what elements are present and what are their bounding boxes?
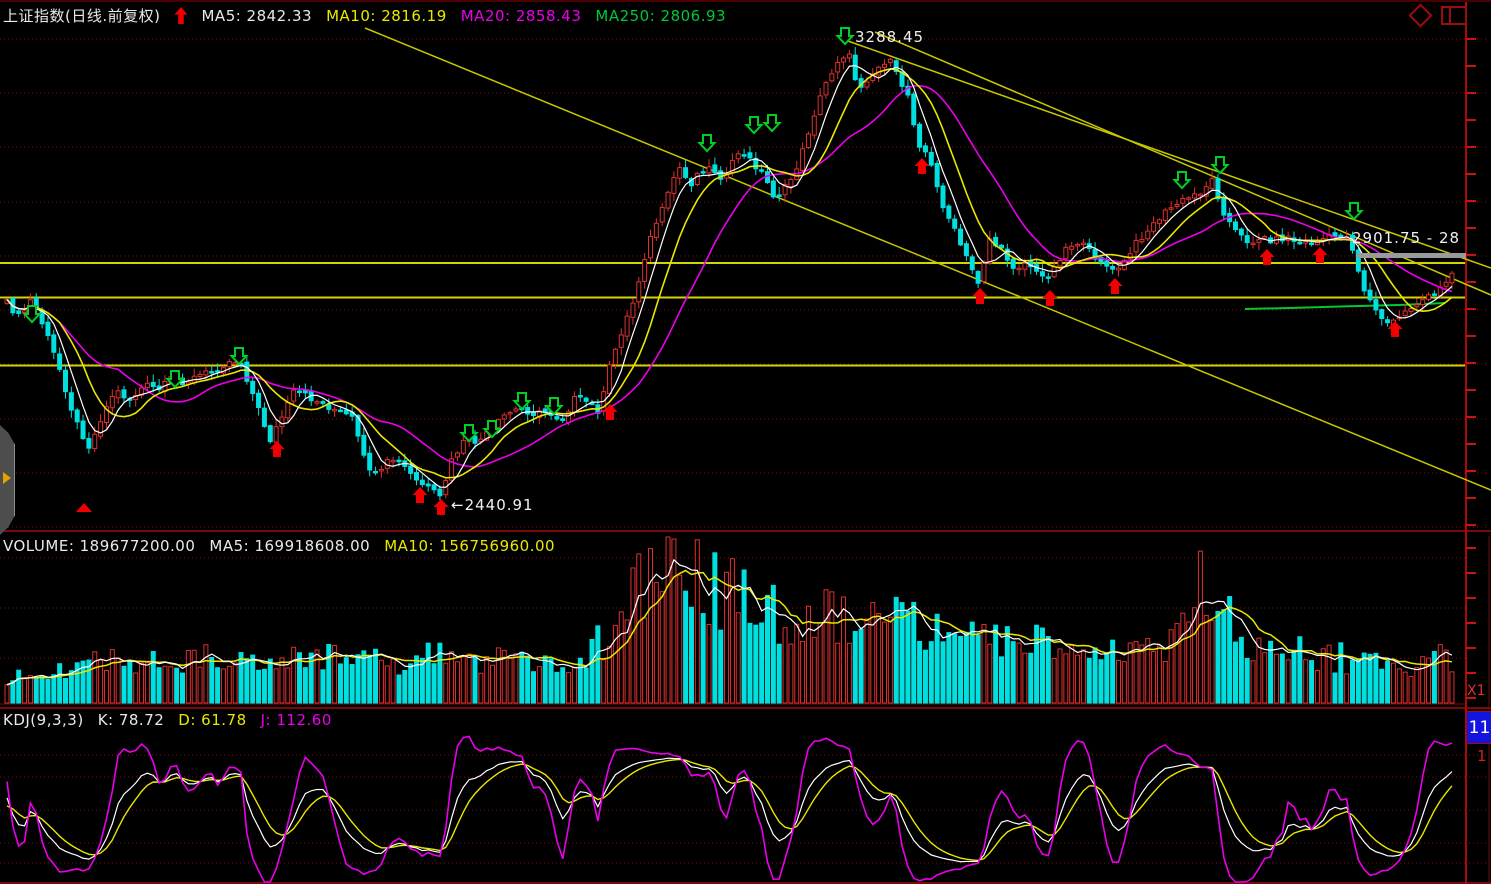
ma250-value[interactable]: MA250: 2806.93 <box>595 7 726 25</box>
ma20-value[interactable]: MA20: 2858.43 <box>461 7 582 25</box>
window-controls <box>1412 6 1467 25</box>
volume-header: VOLUME: 189677200.00 MA5: 169918608.00 M… <box>3 537 555 555</box>
buy-signal-arrow <box>1043 290 1058 306</box>
buy-signal-arrow <box>270 441 285 457</box>
buy-signal-arrow <box>1108 278 1123 294</box>
kdj-name[interactable]: KDJ(9,3,3) <box>3 711 84 729</box>
sidebar-collapse-handle[interactable] <box>0 425 15 535</box>
sell-signal-arrow <box>700 135 715 151</box>
kdj-header: KDJ(9,3,3) K: 78.72 D: 61.78 J: 112.60 <box>3 711 332 729</box>
diamond-icon[interactable] <box>1408 3 1432 27</box>
trading-terminal: 上证指数(日线.前复权) MA5: 2842.33 MA10: 2816.19 … <box>0 0 1491 884</box>
kdj-k-value: K: 78.72 <box>98 711 165 729</box>
volume-ma10-value[interactable]: MA10: 156756960.00 <box>384 537 555 555</box>
chart-canvas[interactable] <box>0 0 1491 884</box>
sell-signal-arrow <box>1347 203 1362 219</box>
trade-signals <box>25 28 1403 515</box>
expand-right-icon <box>3 472 11 484</box>
buy-signal-arrow <box>915 158 930 174</box>
sell-signal-arrow <box>1175 172 1190 188</box>
candlesticks <box>5 47 1454 500</box>
kdj-d-value: D: 61.78 <box>178 711 246 729</box>
sell-signal-arrow <box>747 117 762 133</box>
up-arrow-icon <box>174 7 187 24</box>
ma5-value[interactable]: MA5: 2842.33 <box>201 7 312 25</box>
page-title: 上证指数(日线.前复权) <box>3 5 160 26</box>
last-price-marker <box>1357 253 1466 258</box>
sell-signal-arrow <box>232 348 247 364</box>
buy-signal-arrow <box>1313 247 1328 263</box>
kdj-j-value: J: 112.60 <box>261 711 332 729</box>
low-marker-triangle <box>76 503 92 512</box>
gridlines <box>0 39 1486 863</box>
volume-scale-label: X1 <box>1467 683 1486 699</box>
volume-ma5-value[interactable]: MA5: 169918608.00 <box>209 537 370 555</box>
main-chart-header: 上证指数(日线.前复权) MA5: 2842.33 MA10: 2816.19 … <box>3 5 726 26</box>
split-window-icon[interactable] <box>1441 6 1467 25</box>
low-price-annotation: ←2440.91 <box>451 496 534 514</box>
peak-price-annotation: 3288.45 <box>855 28 924 46</box>
kdj-value-badge: 11 <box>1466 711 1491 744</box>
kdj-lines <box>7 736 1452 882</box>
moving-average-lines <box>7 66 1452 488</box>
sell-signal-arrow <box>765 115 780 131</box>
buy-signal-arrow <box>434 499 449 515</box>
kdj-axis-tick-label: 1 <box>1477 747 1487 765</box>
volume-bars <box>5 537 1454 703</box>
buy-signal-arrow <box>413 487 428 503</box>
ma10-value[interactable]: MA10: 2816.19 <box>326 7 447 25</box>
volume-value[interactable]: VOLUME: 189677200.00 <box>3 537 195 555</box>
panel-frames <box>0 0 1491 884</box>
buy-signal-arrow <box>1388 321 1403 337</box>
last-price-annotation: 2901.75 - 28 <box>1352 229 1460 247</box>
window-top-border <box>0 0 1491 2</box>
buy-signal-arrow <box>973 288 988 304</box>
